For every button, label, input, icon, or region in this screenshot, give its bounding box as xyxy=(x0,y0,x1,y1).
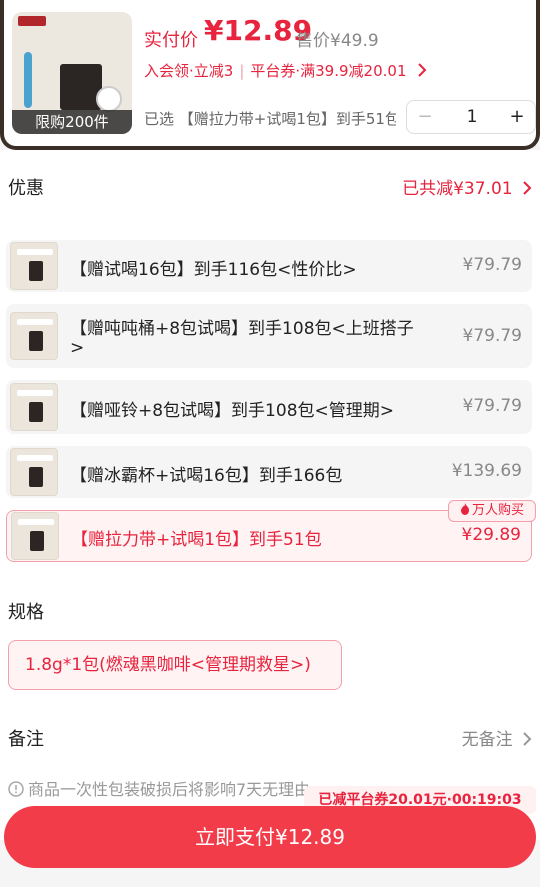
option-name: 【赠拉力带+试喝1包】到手51包 xyxy=(71,530,322,550)
chevron-right-icon xyxy=(523,181,532,195)
decrease-button[interactable]: − xyxy=(407,101,443,133)
quantity-stepper[interactable]: − 1 + xyxy=(406,100,536,134)
option-image xyxy=(10,242,58,290)
discount-title: 优惠 xyxy=(8,178,44,199)
option-name: 【赠吨吨桶+8包试喝】到手108包<上班搭子 xyxy=(70,319,414,339)
chevron-right-icon xyxy=(523,732,532,746)
coffee-cup-image xyxy=(96,86,122,112)
selected-variant-text: 已选 【赠拉力带+试喝1包】到手51包 xyxy=(144,110,396,128)
remark-value[interactable]: 无备注 xyxy=(462,725,532,750)
increase-button[interactable]: + xyxy=(499,101,535,133)
remark-value-text: 无备注 xyxy=(461,730,513,750)
quantity-value[interactable]: 1 xyxy=(443,101,501,133)
option-item-1[interactable]: 【赠试喝16包】到手116包<性价比> ¥79.79 xyxy=(6,240,532,292)
spec-chip[interactable]: 1.8g*1包(燃魂黑咖啡<管理期救星>) xyxy=(8,640,342,690)
flame-icon xyxy=(460,503,469,515)
option-name: 【赠哑铃+8包试喝】到手108包<管理期> xyxy=(70,401,394,421)
spec-title: 规格 xyxy=(8,602,44,623)
option-image xyxy=(10,312,58,360)
info-icon xyxy=(8,781,24,797)
option-price: ¥139.69 xyxy=(451,461,522,481)
original-price: 售价¥49.9 xyxy=(296,31,379,51)
option-name: 【赠冰霸杯+试喝16包】到手166包 xyxy=(70,466,343,486)
promo-separator: | xyxy=(239,62,245,80)
member-promo: 入会领·立减3 xyxy=(144,62,234,80)
pull-strap-image xyxy=(24,52,32,108)
option-image xyxy=(11,512,59,560)
chevron-right-icon xyxy=(418,63,427,77)
pay-now-button[interactable]: 立即支付¥12.89 xyxy=(4,806,536,868)
option-item-2[interactable]: 【赠吨吨桶+8包试喝】到手108包<上班搭子 > ¥79.79 xyxy=(6,304,532,368)
option-price: ¥79.79 xyxy=(462,326,522,346)
popular-badge-text: 万人购买 xyxy=(471,503,524,518)
price-label: 实付价 xyxy=(144,30,198,51)
option-image xyxy=(10,383,58,431)
product-summary-card: 限购200件 实付价 ¥12.89 售价¥49.9 入会领·立减3 | 平台券·满3… xyxy=(0,0,540,150)
option-name: 【赠试喝16包】到手116包<性价比> xyxy=(70,260,357,280)
option-name-continued: > xyxy=(70,338,85,358)
option-price: ¥79.79 xyxy=(462,255,522,275)
return-note: 商品一次性包装破损后将影响7天无理由退货 xyxy=(8,776,308,798)
purchase-limit-label: 限购200件 xyxy=(12,110,132,134)
discount-total[interactable]: 已共减¥37.01 xyxy=(402,174,532,199)
platform-coupon-promo: 平台券·满39.9减20.01 xyxy=(250,62,407,80)
discount-total-text: 已共减¥37.01 xyxy=(402,179,513,199)
option-item-3[interactable]: 【赠哑铃+8包试喝】到手108包<管理期> ¥79.79 xyxy=(6,380,532,434)
return-note-text: 商品一次性包装破损后将影响7天无理由退货 xyxy=(28,780,308,798)
promo-line[interactable]: 入会领·立减3 | 平台券·满39.9减20.01 xyxy=(144,60,427,81)
product-thumbnail[interactable]: 限购200件 xyxy=(12,12,132,134)
option-price: ¥79.79 xyxy=(462,396,522,416)
option-item-4[interactable]: 【赠冰霸杯+试喝16包】到手166包 ¥139.69 xyxy=(6,446,532,498)
option-price: ¥29.89 xyxy=(461,525,521,545)
popular-badge: 万人购买 xyxy=(448,500,536,522)
option-image xyxy=(10,448,58,496)
brand-logo xyxy=(18,16,46,26)
remark-title: 备注 xyxy=(8,729,44,750)
